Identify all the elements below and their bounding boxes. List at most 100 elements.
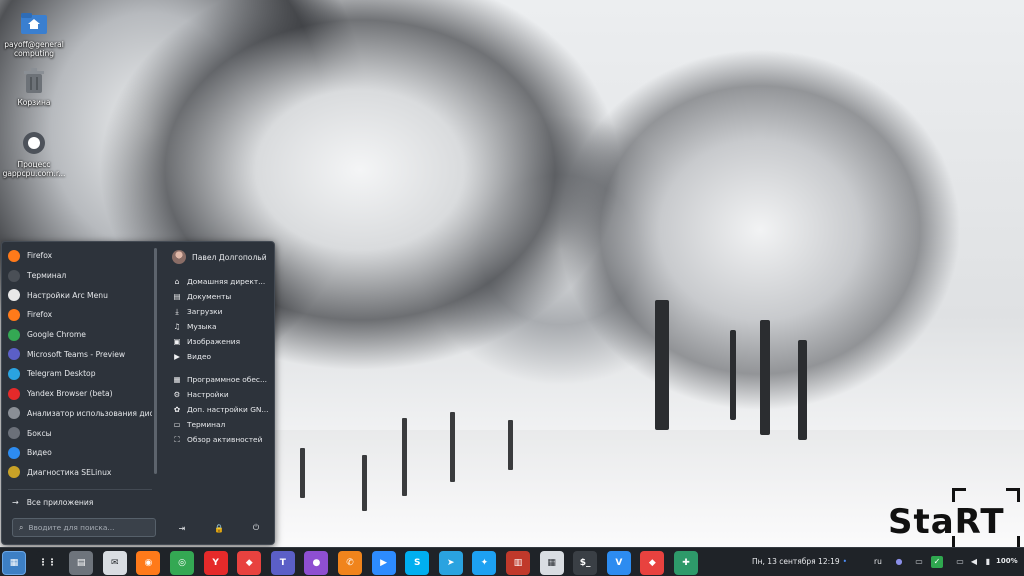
watermark-bracket bbox=[952, 488, 966, 502]
taskbar-podcast-button[interactable]: ● bbox=[304, 551, 329, 575]
app-icon bbox=[8, 308, 20, 321]
app-item[interactable]: Microsoft Teams - Preview bbox=[6, 344, 152, 364]
app-icon bbox=[8, 367, 20, 380]
notification-dot-icon: • bbox=[842, 557, 848, 566]
places-item[interactable]: ⌂ Домашняя директ... bbox=[172, 274, 272, 289]
watermark-bracket bbox=[1006, 488, 1020, 502]
system-item-icon: ▦ bbox=[173, 375, 181, 384]
watermark-text: StaRT bbox=[888, 502, 1005, 542]
app-item[interactable]: Telegram Desktop bbox=[6, 364, 152, 384]
check-tray-icon[interactable]: ✓ bbox=[931, 556, 943, 568]
places-item[interactable]: ▣ Изображения bbox=[172, 334, 272, 349]
taskbar-telegram-button[interactable]: ➤ bbox=[438, 551, 463, 575]
home-folder-icon bbox=[19, 8, 49, 38]
gear-icon bbox=[19, 128, 49, 158]
app-list-scrollbar[interactable] bbox=[154, 248, 157, 474]
places-item-label: Изображения bbox=[187, 337, 241, 346]
search-input[interactable]: ⌕ Вводите для поиска... bbox=[12, 518, 156, 537]
fence-post bbox=[450, 412, 455, 482]
taskbar-mail-button[interactable]: ✉ bbox=[102, 551, 127, 575]
taskbar-teams-button[interactable]: T bbox=[270, 551, 295, 575]
reader-icon: ▥ bbox=[513, 558, 523, 568]
avatar bbox=[172, 250, 186, 264]
mail-icon: ✉ bbox=[111, 558, 119, 568]
places-item-icon: ♫ bbox=[173, 322, 181, 331]
system-list: ▦ Программное обес... ⚙ Настройки ✿ Доп. наст… bbox=[172, 372, 272, 447]
places-item[interactable]: ▤ Документы bbox=[172, 289, 272, 304]
app-item[interactable]: Боксы bbox=[6, 423, 152, 443]
system-item-label: Настройки bbox=[187, 390, 229, 399]
firefox-icon: ◉ bbox=[144, 558, 153, 568]
taskbar-skype-button[interactable]: S bbox=[405, 551, 430, 575]
battery-icon[interactable]: ▮ bbox=[982, 556, 994, 568]
anydesk-icon: ◆ bbox=[245, 558, 253, 568]
app-label: Google Chrome bbox=[27, 330, 86, 340]
taskbar-terminal-button[interactable]: $_ bbox=[573, 551, 598, 575]
arrow-right-icon: → bbox=[12, 497, 19, 507]
screen-tray-icon[interactable]: ▭ bbox=[954, 556, 966, 568]
desktop-icon-process[interactable]: Процесс gappcpu.com.r... bbox=[0, 128, 70, 178]
app-item[interactable]: Google Chrome bbox=[6, 325, 152, 345]
search-placeholder: Вводите для поиска... bbox=[28, 523, 115, 532]
app-item[interactable]: Firefox bbox=[6, 246, 152, 266]
desktop-icon-trash[interactable]: Корзина bbox=[0, 66, 70, 107]
system-item[interactable]: ▭ Терминал bbox=[172, 417, 272, 432]
chat-tray-icon[interactable]: ▭ bbox=[913, 556, 925, 568]
app-item[interactable]: Yandex Browser (beta) bbox=[6, 384, 152, 404]
system-item[interactable]: ⚙ Настройки bbox=[172, 387, 272, 402]
taskbar-reader-button[interactable]: ▥ bbox=[506, 551, 530, 575]
taskbar-anydesk-button[interactable]: ◆ bbox=[237, 551, 262, 575]
app-label: Анализатор использования дис... bbox=[27, 408, 152, 418]
all-apps-button[interactable]: → Все приложения bbox=[12, 494, 93, 510]
terminal-icon: $_ bbox=[579, 558, 591, 568]
keyboard-layout-indicator[interactable]: ru bbox=[874, 557, 882, 566]
taskbar-tweaks-button[interactable]: ✚ bbox=[674, 551, 698, 575]
app-item[interactable]: Видео bbox=[6, 443, 152, 463]
places-item[interactable]: ▶ Видео bbox=[172, 349, 272, 364]
system-item[interactable]: ▦ Программное обес... bbox=[172, 372, 272, 387]
app-item[interactable]: Настройки Arc Menu bbox=[6, 285, 152, 305]
taskbar-activities-button[interactable]: ▦ bbox=[2, 551, 26, 575]
app-item[interactable]: Терминал bbox=[6, 266, 152, 286]
volume-icon[interactable]: ◀ bbox=[968, 556, 980, 568]
logout-button[interactable]: ⇥ bbox=[174, 524, 190, 533]
taskbar-phone-button[interactable]: ✆ bbox=[338, 551, 362, 575]
system-item[interactable]: ⛶ Обзор активностей bbox=[172, 432, 272, 447]
app-label: Диагностика SELinux bbox=[27, 467, 112, 477]
twitter-icon: ✦ bbox=[480, 558, 489, 568]
places-column: Павел Долгопольй ⌂ Домашняя директ... ▤ Док… bbox=[172, 248, 272, 447]
app-icon bbox=[8, 446, 20, 459]
taskbar-firefox-button[interactable]: ◉ bbox=[136, 551, 161, 575]
places-item[interactable]: ⤓ Загрузки bbox=[172, 304, 272, 319]
taskbar: ▦ ⋮⋮ ▤ ✉ ◉ ◎ Y ◆ T ● ✆ ▶ S ➤ ✦ ▥ ▦ $_ V ◆ ✚ Пн, 13 сентября … bbox=[0, 547, 1024, 576]
app-item[interactable]: Firefox bbox=[6, 305, 152, 325]
teams-tray-icon[interactable]: ● bbox=[893, 556, 905, 568]
lock-button[interactable]: 🔒 bbox=[211, 524, 227, 533]
places-item-icon: ▤ bbox=[173, 292, 181, 301]
taskbar-yandex-button[interactable]: Y bbox=[203, 551, 228, 575]
places-item-label: Домашняя директ... bbox=[187, 277, 266, 286]
start-watermark: StaRT bbox=[886, 488, 1022, 550]
power-button[interactable]: ⏻ bbox=[248, 523, 264, 533]
taskbar-zoom-button[interactable]: ▶ bbox=[371, 551, 396, 575]
app-label: Терминал bbox=[27, 271, 67, 281]
taskbar-chrome-button[interactable]: ◎ bbox=[170, 551, 194, 575]
clock[interactable]: Пн, 13 сентября 12:19 • bbox=[752, 557, 847, 566]
system-item[interactable]: ✿ Доп. настройки GN... bbox=[172, 402, 272, 417]
taskbar-anydesk-2-button[interactable]: ◆ bbox=[640, 551, 665, 575]
taskbar-software-button[interactable]: ▦ bbox=[539, 551, 564, 575]
taskbar-files-button[interactable]: ▤ bbox=[69, 551, 94, 575]
zoom-icon: ▶ bbox=[380, 558, 388, 568]
places-item[interactable]: ♫ Музыка bbox=[172, 319, 272, 334]
app-label: Видео bbox=[27, 448, 52, 458]
desktop-icon-home[interactable]: payoff@general computing bbox=[0, 8, 70, 58]
app-item[interactable]: Анализатор использования дис... bbox=[6, 404, 152, 424]
app-item[interactable]: Диагностика SELinux bbox=[6, 463, 152, 483]
tree-trunk bbox=[655, 300, 669, 430]
taskbar-twitter-button[interactable]: ✦ bbox=[472, 551, 497, 575]
places-item-label: Музыка bbox=[187, 322, 217, 331]
taskbar-app-grid-button[interactable]: ⋮⋮ bbox=[35, 551, 60, 575]
user-account-button[interactable]: Павел Долгопольй bbox=[172, 248, 272, 266]
taskbar-vscode-button[interactable]: V bbox=[606, 551, 631, 575]
all-apps-label: Все приложения bbox=[26, 497, 94, 507]
